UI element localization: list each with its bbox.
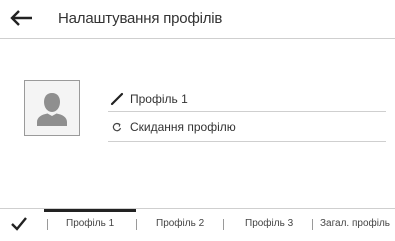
reset-profile-row[interactable]: Скидання профілю [108, 115, 386, 142]
pencil-icon [110, 92, 124, 106]
tab-separator [136, 219, 137, 230]
profile-tab-bar: Профіль 1 Профіль 2 Профіль 3 Загал. про… [0, 208, 395, 241]
tab-separator [312, 219, 313, 230]
confirm-button[interactable] [10, 215, 28, 233]
tab-profile-2[interactable]: Профіль 2 [156, 218, 204, 230]
page-title: Налаштування профілів [58, 10, 223, 27]
header-bar: Налаштування профілів [0, 0, 395, 39]
tab-separator [47, 219, 48, 230]
checkmark-icon [10, 215, 28, 233]
tab-profile-1[interactable]: Профіль 1 [66, 218, 114, 230]
back-arrow-icon [8, 8, 34, 28]
reset-icon [110, 120, 124, 134]
tab-profile-3[interactable]: Профіль 3 [245, 218, 293, 230]
user-silhouette-icon [25, 81, 79, 135]
profile-avatar[interactable] [24, 80, 80, 136]
tab-general-profile[interactable]: Загал. профіль [320, 218, 390, 230]
reset-profile-label: Скидання профілю [130, 120, 236, 134]
back-button[interactable] [8, 8, 34, 28]
tab-separator [223, 219, 224, 230]
active-tab-indicator [44, 209, 136, 212]
profile-name-row[interactable]: Профіль 1 [108, 87, 386, 112]
profile-name-label: Профіль 1 [130, 92, 188, 106]
